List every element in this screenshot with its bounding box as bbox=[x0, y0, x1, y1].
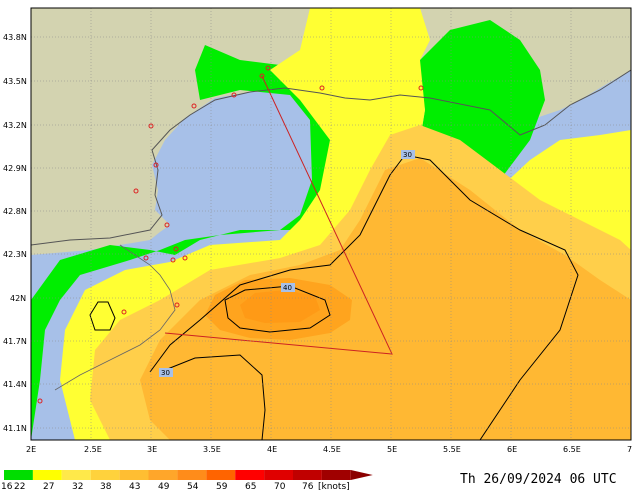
colorbar-swatch bbox=[177, 470, 207, 480]
lat-tick: 42.3N bbox=[3, 250, 27, 259]
lon-tick: 7 bbox=[627, 445, 632, 454]
colorbar-units: [knots] bbox=[318, 482, 350, 490]
lat-tick: 41.7N bbox=[3, 337, 27, 346]
lon-tick: 4.5E bbox=[323, 445, 341, 454]
colorbar-label: 59 bbox=[216, 482, 228, 490]
colorbar bbox=[4, 470, 373, 480]
wind-map: 30 40 30 43.8N 43.5N 43.2N 42.9N 42.8N 4… bbox=[0, 0, 634, 490]
contour-label: 40 bbox=[283, 284, 292, 292]
lon-tick: 3.5E bbox=[203, 445, 221, 454]
colorbar-swatch bbox=[264, 470, 293, 480]
colorbar-swatch bbox=[61, 470, 91, 480]
lon-tick: 2E bbox=[26, 445, 36, 454]
lon-tick: 5.5E bbox=[443, 445, 461, 454]
colorbar-label: 22 bbox=[14, 482, 25, 490]
contour-label: 30 bbox=[403, 151, 412, 159]
lon-tick: 2.5E bbox=[84, 445, 102, 454]
colorbar-swatch bbox=[148, 470, 178, 480]
lon-tick: 6.5E bbox=[563, 445, 581, 454]
lon-tick: 3E bbox=[147, 445, 157, 454]
lat-tick: 41.4N bbox=[3, 380, 27, 389]
lon-tick: 5E bbox=[387, 445, 397, 454]
colorbar-swatch bbox=[32, 470, 62, 480]
contour-label: 30 bbox=[161, 369, 170, 377]
lat-tick: 42.9N bbox=[3, 164, 27, 173]
colorbar-label: 49 bbox=[158, 482, 170, 490]
colorbar-label: 70 bbox=[274, 482, 286, 490]
colorbar-swatch bbox=[293, 470, 322, 480]
lon-tick: 4E bbox=[267, 445, 277, 454]
colorbar-label: 38 bbox=[100, 482, 112, 490]
lat-tick: 42N bbox=[10, 294, 26, 303]
colorbar-swatch bbox=[90, 470, 120, 480]
lat-tick: 43.8N bbox=[3, 33, 27, 42]
lat-tick: 43.5N bbox=[3, 77, 27, 86]
lat-tick: 41.1N bbox=[3, 424, 27, 433]
colorbar-label: 43 bbox=[129, 482, 140, 490]
colorbar-label: 16 bbox=[1, 482, 13, 490]
colorbar-label: 76 bbox=[302, 482, 314, 490]
colorbar-swatch bbox=[4, 470, 33, 480]
colorbar-label: 65 bbox=[245, 482, 256, 490]
lat-tick: 43.2N bbox=[3, 121, 27, 130]
colorbar-swatch bbox=[235, 470, 265, 480]
colorbar-swatch bbox=[119, 470, 149, 480]
colorbar-label: 27 bbox=[43, 482, 54, 490]
colorbar-swatch bbox=[206, 470, 236, 480]
map-area: 30 40 30 bbox=[30, 7, 632, 441]
lon-tick: 6E bbox=[507, 445, 517, 454]
colorbar-label: 32 bbox=[72, 482, 83, 490]
colorbar-swatch bbox=[321, 470, 351, 480]
lat-tick: 42.8N bbox=[3, 207, 27, 216]
timestamp: Th 26/09/2024 06 UTC bbox=[460, 472, 617, 487]
colorbar-label: 54 bbox=[187, 482, 199, 490]
